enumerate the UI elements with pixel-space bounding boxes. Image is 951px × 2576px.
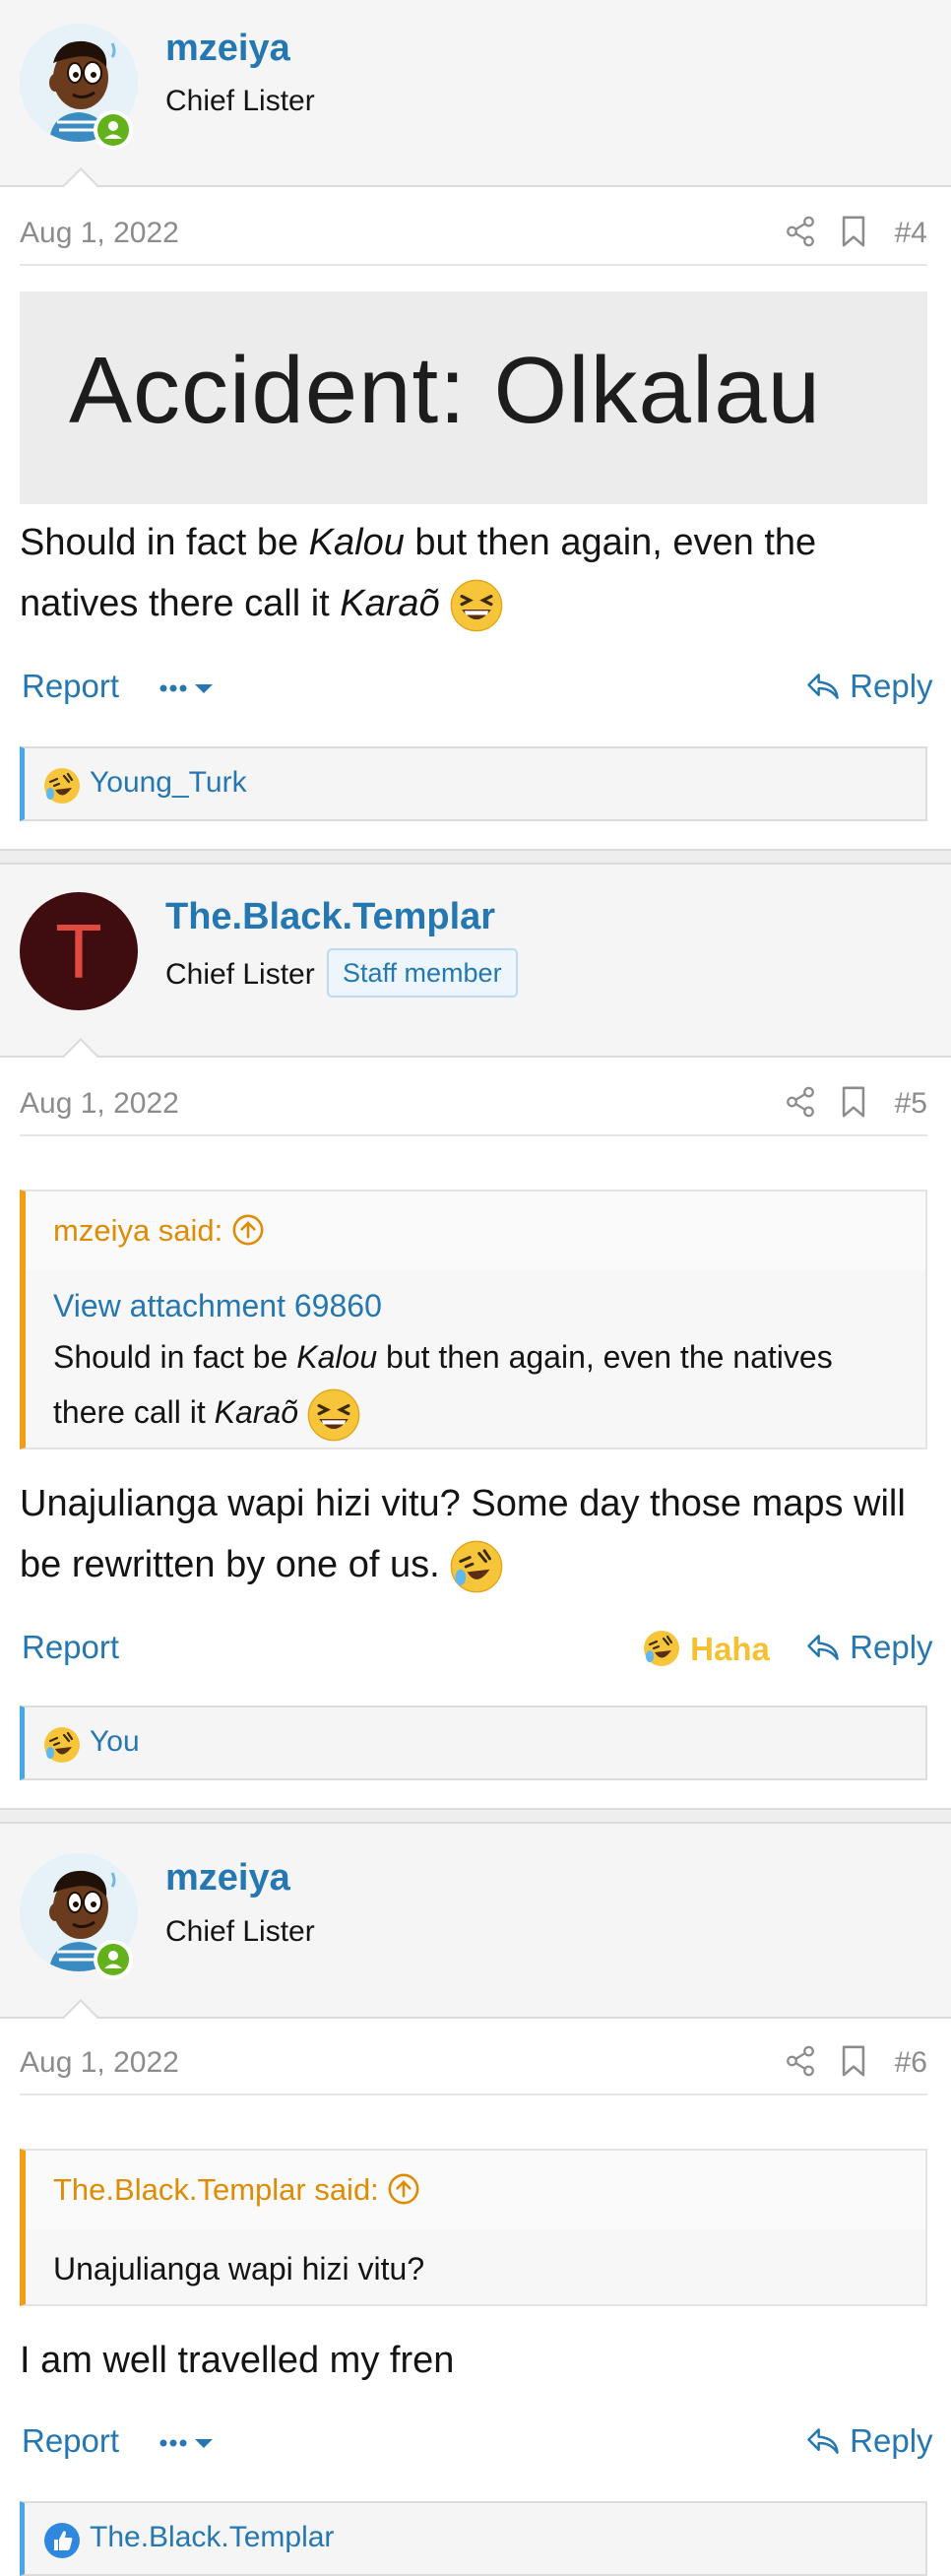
- quote-author[interactable]: The.Black.Templar said:: [53, 2172, 420, 2208]
- share-icon[interactable]: [784, 215, 817, 248]
- share-icon[interactable]: [784, 1085, 817, 1119]
- post-body: Should in fact be Kalou but then again, …: [20, 512, 927, 634]
- post-date[interactable]: Aug 1, 2022: [20, 217, 179, 250]
- quote-text: Unajulianga wapi hizi vitu?: [53, 2251, 425, 2286]
- online-status-badge: [94, 1940, 133, 1979]
- attachment-image[interactable]: Accident: Olkalau: [20, 291, 927, 504]
- reply-button[interactable]: Reply: [805, 1629, 933, 1666]
- like-thumb-icon: [44, 2523, 80, 2558]
- post-separator: [0, 1808, 951, 1824]
- reply-icon: [807, 2428, 839, 2454]
- quote-text: Should in fact be Kalou but then again, …: [53, 1329, 900, 1442]
- arrow-up-circle-icon[interactable]: [231, 1213, 265, 1247]
- reactions-bar[interactable]: You: [20, 1706, 927, 1780]
- post-date[interactable]: Aug 1, 2022: [20, 1087, 179, 1121]
- user-bar: T The.Black.Templar Chief Lister Staff m…: [0, 865, 951, 1059]
- user-icon: [104, 121, 122, 139]
- username[interactable]: The.Black.Templar: [165, 896, 495, 938]
- post-5: T The.Black.Templar Chief Lister Staff m…: [0, 865, 951, 1810]
- post-6: mzeiya Chief Lister Aug 1, 2022 #6 The.B…: [0, 1824, 951, 2576]
- post-number[interactable]: #5: [895, 1087, 927, 1121]
- attachment-image-text: Accident: Olkalau: [69, 338, 822, 443]
- reaction-user[interactable]: Young_Turk: [90, 766, 247, 800]
- haha-label: Haha: [690, 1631, 770, 1667]
- report-link[interactable]: Report: [22, 2422, 119, 2460]
- haha-reaction-button[interactable]: Haha: [642, 1629, 770, 1668]
- quote-block: mzeiya said: View attachment 69860 Shoul…: [20, 1190, 927, 1449]
- quote-block: The.Black.Templar said: Unajulianga wapi…: [20, 2149, 927, 2306]
- reply-button[interactable]: Reply: [805, 668, 933, 705]
- rofl-face-icon: [44, 1727, 80, 1763]
- post-number[interactable]: #6: [895, 2046, 927, 2080]
- post-number[interactable]: #4: [895, 217, 927, 250]
- reply-label: Reply: [850, 668, 933, 704]
- post-4: mzeiya Chief Lister Aug 1, 2022 #4 Accid…: [0, 0, 951, 849]
- user-bar-notch: [61, 1038, 100, 1059]
- arrow-up-circle-icon[interactable]: [387, 2172, 420, 2206]
- post-meta: Aug 1, 2022 #4: [20, 203, 927, 266]
- more-options-icon[interactable]: [158, 2428, 221, 2458]
- rofl-emoji-icon: [450, 1540, 503, 1593]
- post-body: I am well travelled my fren: [20, 2340, 455, 2381]
- username[interactable]: mzeiya: [165, 28, 290, 70]
- rofl-face-icon: [644, 1631, 679, 1666]
- post-meta: Aug 1, 2022 #6: [20, 2032, 927, 2095]
- bookmark-icon[interactable]: [839, 1085, 868, 1119]
- user-bar: mzeiya Chief Lister: [0, 1824, 951, 2020]
- online-status-badge: [94, 110, 133, 150]
- user-bar-notch: [61, 1999, 100, 2020]
- user-title: Chief Lister: [165, 1915, 315, 1948]
- reaction-user[interactable]: You: [90, 1725, 140, 1759]
- reactions-bar[interactable]: The.Black.Templar: [20, 2501, 927, 2576]
- post-separator: [0, 849, 951, 865]
- reactions-bar[interactable]: Young_Turk: [20, 746, 927, 821]
- staff-member-badge: Staff member: [327, 948, 518, 998]
- reply-label: Reply: [850, 1629, 933, 1665]
- user-bar: mzeiya Chief Lister: [0, 0, 951, 188]
- post-body: Unajulianga wapi hizi vitu? Some day tho…: [20, 1473, 927, 1595]
- report-link[interactable]: Report: [22, 668, 119, 705]
- more-options-icon[interactable]: [158, 674, 221, 703]
- avatar[interactable]: T: [20, 892, 138, 1010]
- user-bar-notch: [61, 167, 100, 188]
- laughing-face-icon: [44, 768, 80, 804]
- bookmark-icon[interactable]: [839, 2044, 868, 2078]
- reply-label: Reply: [850, 2422, 933, 2459]
- report-link[interactable]: Report: [22, 1629, 119, 1666]
- grinning-squinting-emoji-icon: [307, 1388, 360, 1441]
- post-date[interactable]: Aug 1, 2022: [20, 2046, 179, 2080]
- reply-button[interactable]: Reply: [805, 2422, 933, 2460]
- username[interactable]: mzeiya: [165, 1857, 290, 1900]
- user-title: Chief Lister: [165, 958, 315, 991]
- reaction-user[interactable]: The.Black.Templar: [90, 2521, 334, 2554]
- bookmark-icon[interactable]: [839, 215, 868, 248]
- post-meta: Aug 1, 2022 #5: [20, 1073, 927, 1136]
- view-attachment-link[interactable]: View attachment 69860: [53, 1288, 382, 1324]
- user-icon: [104, 1951, 122, 1968]
- share-icon[interactable]: [784, 2044, 817, 2078]
- reply-icon: [807, 1635, 839, 1660]
- grinning-squinting-emoji-icon: [450, 579, 503, 632]
- user-title: Chief Lister: [165, 85, 315, 117]
- reply-icon: [807, 674, 839, 699]
- quote-author[interactable]: mzeiya said:: [53, 1213, 265, 1249]
